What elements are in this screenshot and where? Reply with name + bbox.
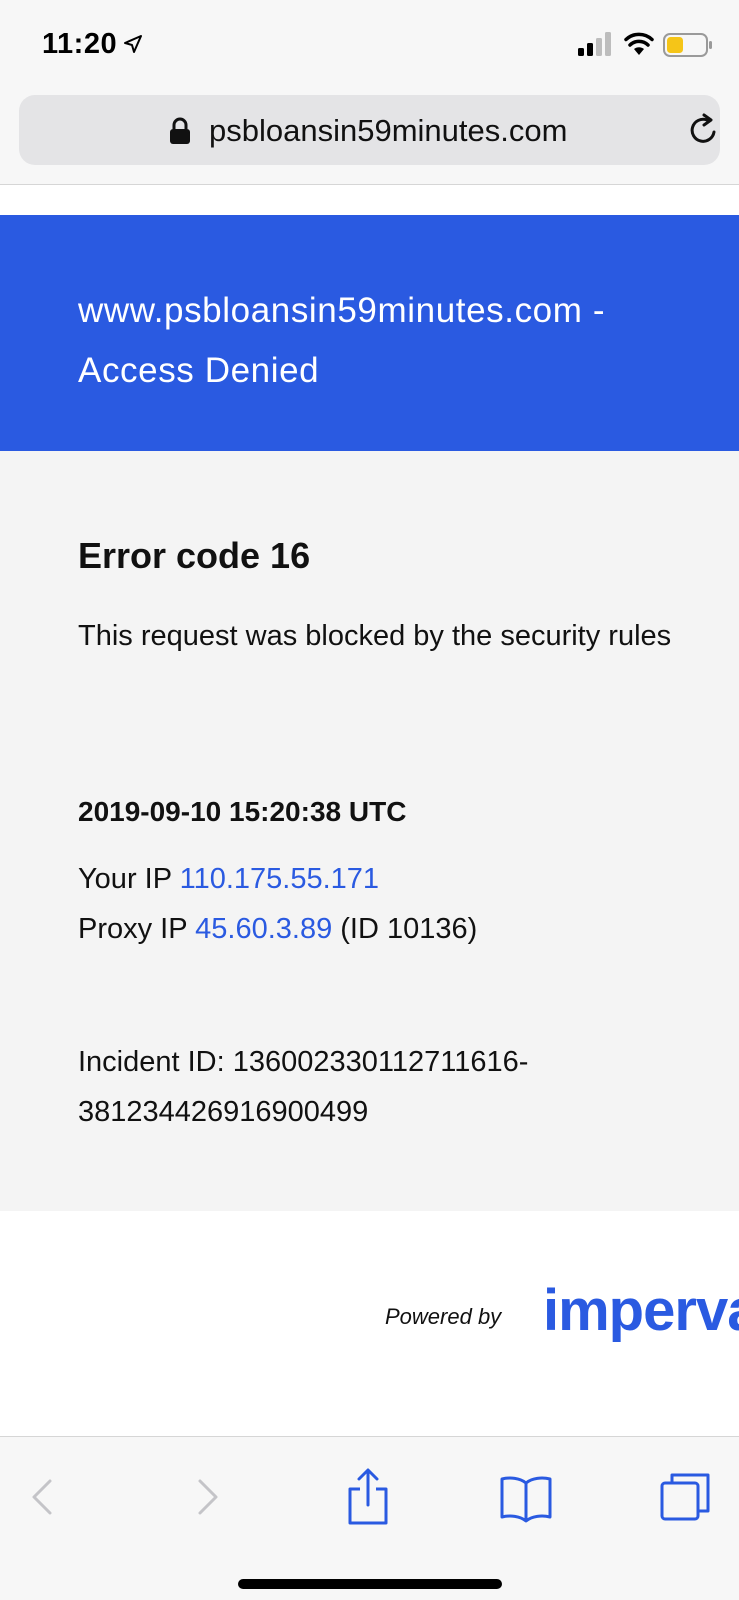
web-page: www.psbloansin59minutes.com - Access Den…: [0, 186, 739, 1436]
forward-icon[interactable]: [176, 1467, 236, 1527]
location-arrow-icon: [124, 35, 142, 53]
proxy-ip-value: 45.60.3.89: [195, 913, 333, 945]
incident-id-block: Incident ID: 136002330112711616-38123442…: [78, 1037, 638, 1137]
share-icon[interactable]: [338, 1467, 398, 1527]
your-ip-line: Your IP 110.175.55.171: [78, 863, 379, 896]
page-title: www.psbloansin59minutes.com - Access Den…: [78, 291, 606, 390]
proxy-id: (ID 10136): [340, 913, 478, 945]
error-code-heading: Error code 16: [78, 535, 311, 576]
powered-by-text: Powered by: [385, 1304, 502, 1329]
tabs-icon[interactable]: [656, 1467, 716, 1527]
url-text: psbloansin59minutes.com: [209, 113, 568, 148]
error-description: This request was blocked by the security…: [78, 620, 672, 652]
address-bar[interactable]: psbloansin59minutes.com: [19, 95, 720, 165]
lock-icon: [170, 117, 190, 144]
status-time: 11:20: [42, 28, 118, 60]
error-panel: Error code 16 This request was blocked b…: [0, 451, 739, 1211]
page-footer: Powered by imperva: [0, 1211, 739, 1421]
timestamp: 2019-09-10 15:20:38 UTC: [78, 796, 407, 827]
your-ip-label: Your IP: [78, 863, 172, 895]
incident-label: Incident ID:: [78, 1046, 225, 1078]
bookmarks-icon[interactable]: [496, 1467, 556, 1527]
proxy-ip-label: Proxy IP: [78, 913, 188, 945]
home-indicator[interactable]: [238, 1579, 502, 1589]
status-bar: 11:20: [0, 0, 739, 90]
browser-toolbar: [0, 1436, 739, 1600]
reload-icon[interactable]: [687, 113, 721, 147]
proxy-ip-line: Proxy IP 45.60.3.89 (ID 10136): [78, 913, 477, 946]
browser-screen: 11:20 psbloansin59minutes.com www.psbloa…: [0, 0, 739, 1600]
header-banner: www.psbloansin59minutes.com - Access Den…: [0, 215, 739, 451]
battery-icon: [663, 33, 712, 57]
wifi-icon: [624, 32, 654, 55]
imperva-logo[interactable]: imperva: [543, 1277, 739, 1344]
your-ip-value: 110.175.55.171: [179, 863, 380, 895]
back-icon[interactable]: [14, 1467, 74, 1527]
signal-icon: [578, 32, 611, 56]
address-bar-container: psbloansin59minutes.com: [0, 90, 739, 185]
